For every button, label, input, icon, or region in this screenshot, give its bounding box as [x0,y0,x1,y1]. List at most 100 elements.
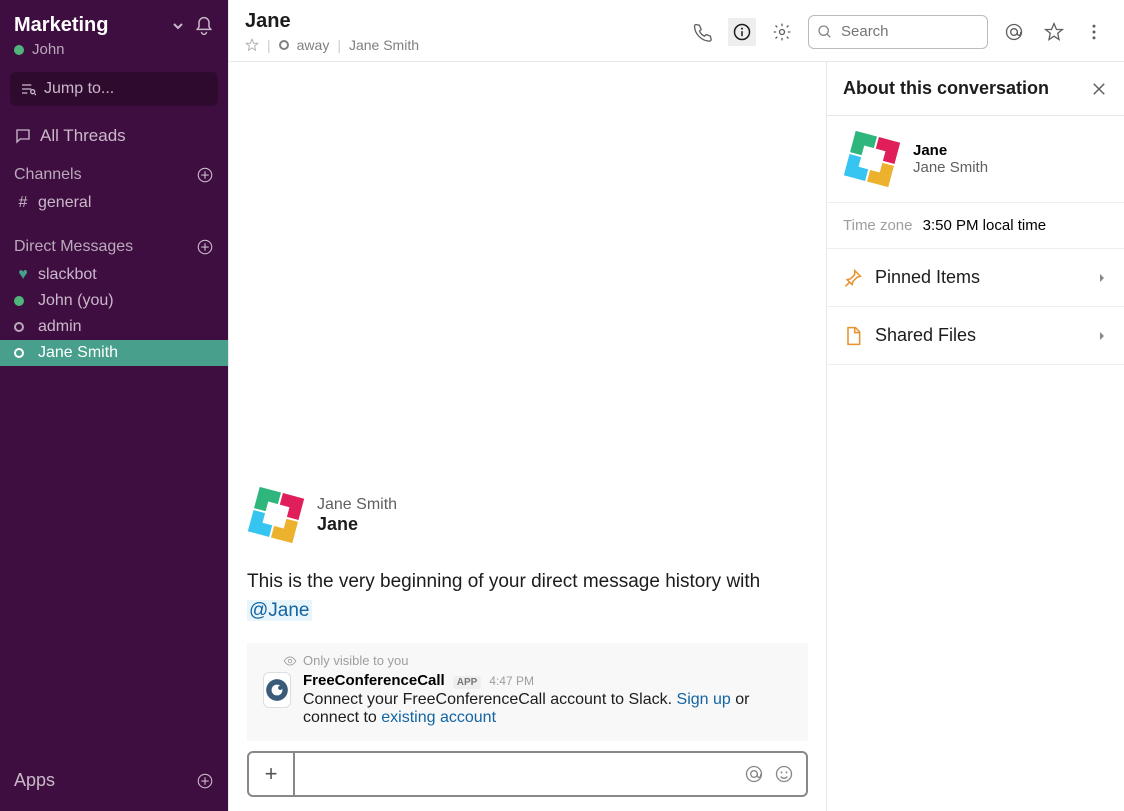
ephemeral-message: Only visible to you FreeConferenceCall A… [247,643,808,741]
info-icon [732,22,752,42]
star-icon [1044,22,1064,42]
apps-label: Apps [14,770,55,791]
add-app-icon[interactable] [196,772,214,790]
channels-header[interactable]: Channels [0,160,228,190]
message-body: Connect your FreeConferenceCall account … [303,691,792,727]
attach-button[interactable]: + [249,753,295,795]
more-vertical-icon [1084,22,1104,42]
details-title: About this conversation [843,78,1090,99]
workspace-user[interactable]: John [0,41,228,68]
workspace-name: Marketing [14,14,166,37]
chat-title: Jane [245,10,688,33]
more-button[interactable] [1080,18,1108,46]
heart-icon: ♥ [14,266,32,284]
hash-icon: # [14,194,32,212]
details-profile[interactable]: Jane Jane Smith [827,116,1124,203]
threads-label: All Threads [40,126,126,146]
presence-active-icon [14,296,32,306]
pinned-items-section[interactable]: Pinned Items [827,249,1124,307]
all-threads[interactable]: All Threads [0,118,228,160]
details-panel: About this conversation Jane Jane Smith … [826,62,1124,811]
chevron-down-icon [172,20,184,32]
avatar [240,479,311,550]
info-button[interactable] [728,18,756,46]
jump-label: Jump to... [44,80,114,98]
section-label: Pinned Items [875,267,980,288]
msg-text: Connect your FreeConferenceCall account … [303,691,677,708]
subtitle: Jane Smith [349,37,419,53]
ephemeral-hint: Only visible to you [303,653,409,668]
add-dm-icon[interactable] [196,238,214,256]
message-sender: FreeConferenceCall [303,672,445,689]
current-user: John [32,41,65,58]
divider: | [267,37,271,53]
timezone-value: 3:50 PM local time [923,217,1046,234]
intro-text: This is the very beginning of your direc… [247,568,808,625]
user-mention[interactable]: @Jane [247,600,312,621]
message-input[interactable] [295,753,744,795]
divider: | [337,37,341,53]
eye-icon [283,654,297,668]
file-icon [843,326,863,346]
dm-jane[interactable]: Jane Smith [0,340,228,366]
existing-account-link[interactable]: existing account [381,709,496,726]
bell-icon[interactable] [194,16,214,36]
search-input[interactable] [841,23,979,40]
dm-slackbot[interactable]: ♥ slackbot [0,262,228,288]
intro-text-body: This is the very beginning of your direc… [247,571,760,592]
sidebar: Marketing John Jump to... All Threads Ch… [0,0,228,811]
message-time: 4:47 PM [489,674,534,688]
close-icon[interactable] [1090,80,1108,98]
section-label: Shared Files [875,325,976,346]
conversation-intro: Jane Smith Jane [247,486,808,544]
search-box[interactable] [808,15,988,49]
dm-admin[interactable]: admin [0,314,228,340]
app-avatar-icon [264,677,290,703]
chevron-right-icon [1096,330,1108,342]
emoji-icon[interactable] [774,764,794,784]
jump-to[interactable]: Jump to... [10,72,218,106]
dms-header[interactable]: Direct Messages [0,232,228,262]
pin-icon [843,268,863,288]
signup-link[interactable]: Sign up [677,691,731,708]
shared-files-section[interactable]: Shared Files [827,307,1124,365]
search-icon [817,24,833,40]
at-icon [1004,22,1024,42]
intro-fullname: Jane Smith [317,496,397,514]
threads-icon [14,127,32,145]
at-icon[interactable] [744,764,764,784]
main: Jane | away | Jane Smith [228,0,1124,811]
presence-dot-icon [14,45,24,55]
dm-john[interactable]: John (you) [0,288,228,314]
timezone: Time zone 3:50 PM local time [827,203,1124,249]
message-composer: + [247,751,808,797]
call-button[interactable] [688,18,716,46]
chat-area: Jane Smith Jane This is the very beginni… [229,62,826,811]
app-badge: APP [453,676,482,689]
mentions-button[interactable] [1000,18,1028,46]
channels-label: Channels [14,166,82,184]
presence-away-icon [14,348,32,358]
app-avatar [263,672,291,708]
avatar [836,123,907,194]
settings-button[interactable] [768,18,796,46]
dm-label: admin [38,318,82,336]
profile-sub: Jane Smith [913,159,988,176]
intro-displayname: Jane [317,514,397,535]
star-icon[interactable] [245,38,259,52]
dm-label: John (you) [38,292,114,310]
chat-header: Jane | away | Jane Smith [229,0,1124,62]
dm-label: slackbot [38,266,97,284]
channel-general[interactable]: # general [0,190,228,216]
phone-icon [692,22,712,42]
star-button[interactable] [1040,18,1068,46]
timezone-label: Time zone [843,217,912,234]
apps-section[interactable]: Apps [0,760,228,811]
presence-away-icon [279,40,289,50]
status-text: away [297,37,330,53]
gear-icon [772,22,792,42]
channel-label: general [38,194,91,212]
add-channel-icon[interactable] [196,166,214,184]
workspace-header[interactable]: Marketing [0,8,228,41]
jump-icon [20,81,36,97]
